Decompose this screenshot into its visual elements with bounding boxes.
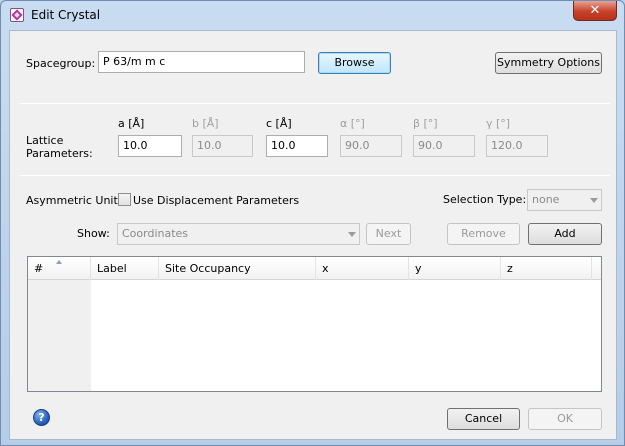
table-header: # Label Site Occupancy x y z bbox=[28, 257, 601, 280]
lattice-a-label: a [Å] bbox=[118, 117, 145, 130]
column-header-z[interactable]: z bbox=[501, 257, 592, 280]
lattice-beta-label: β [°] bbox=[413, 117, 438, 130]
separator-top bbox=[20, 103, 610, 104]
edit-crystal-window: Edit Crystal ✕ Spacegroup: P 63/m m c Br… bbox=[0, 0, 625, 446]
use-displacement-label[interactable]: Use Displacement Parameters bbox=[133, 194, 299, 207]
spacegroup-input[interactable]: P 63/m m c bbox=[98, 51, 305, 73]
browse-button[interactable]: Browse bbox=[318, 52, 391, 74]
asymmetric-unit-label: Asymmetric Unit: bbox=[26, 194, 122, 207]
column-header-index[interactable]: # bbox=[28, 257, 91, 280]
use-displacement-checkbox[interactable] bbox=[118, 193, 131, 206]
lattice-label-line2: Parameters: bbox=[26, 147, 93, 160]
column-header-label[interactable]: Label bbox=[91, 257, 159, 280]
close-button[interactable]: ✕ bbox=[573, 1, 617, 21]
lattice-gamma-input: 120.0 bbox=[486, 135, 548, 157]
lattice-label-line1: Lattice bbox=[26, 134, 64, 147]
chevron-down-icon bbox=[348, 232, 356, 237]
lattice-alpha-label: α [°] bbox=[340, 117, 365, 130]
lattice-b-input: 10.0 bbox=[192, 135, 253, 157]
lattice-c-label: c [Å] bbox=[266, 117, 292, 130]
window-title: Edit Crystal bbox=[31, 8, 101, 22]
title-bar[interactable]: Edit Crystal ✕ bbox=[1, 1, 624, 29]
next-button: Next bbox=[366, 223, 411, 245]
symmetry-options-button[interactable]: Symmetry Options bbox=[495, 52, 602, 74]
remove-button: Remove bbox=[447, 223, 520, 245]
add-button[interactable]: Add bbox=[528, 223, 602, 245]
ok-button: OK bbox=[528, 408, 602, 430]
column-header-x[interactable]: x bbox=[316, 257, 409, 280]
spacegroup-label: Spacegroup: bbox=[26, 57, 96, 70]
lattice-c-input[interactable]: 10.0 bbox=[266, 135, 328, 157]
selection-type-label: Selection Type: bbox=[443, 193, 527, 206]
cancel-button[interactable]: Cancel bbox=[447, 408, 520, 430]
sort-ascending-icon bbox=[56, 260, 62, 264]
lattice-alpha-input: 90.0 bbox=[340, 135, 402, 157]
lattice-a-input[interactable]: 10.0 bbox=[118, 135, 182, 157]
dialog-body: Spacegroup: P 63/m m c Browse Symmetry O… bbox=[9, 30, 617, 440]
chevron-down-icon bbox=[590, 198, 598, 203]
selection-type-select: none bbox=[527, 189, 602, 211]
selection-type-value: none bbox=[532, 193, 560, 206]
crystal-app-icon bbox=[10, 8, 24, 22]
column-header-y[interactable]: y bbox=[409, 257, 501, 280]
atoms-table[interactable]: # Label Site Occupancy x y z bbox=[27, 256, 602, 392]
show-select-value: Coordinates bbox=[122, 227, 189, 240]
separator-middle bbox=[20, 175, 610, 176]
row-header-column bbox=[28, 280, 91, 391]
lattice-b-label: b [Å] bbox=[192, 117, 219, 130]
show-select: Coordinates bbox=[117, 223, 360, 245]
lattice-gamma-label: γ [°] bbox=[486, 117, 511, 130]
help-icon[interactable]: ? bbox=[33, 409, 50, 426]
show-label: Show: bbox=[77, 227, 110, 240]
lattice-beta-input: 90.0 bbox=[413, 135, 475, 157]
column-header-site-occupancy[interactable]: Site Occupancy bbox=[159, 257, 316, 280]
